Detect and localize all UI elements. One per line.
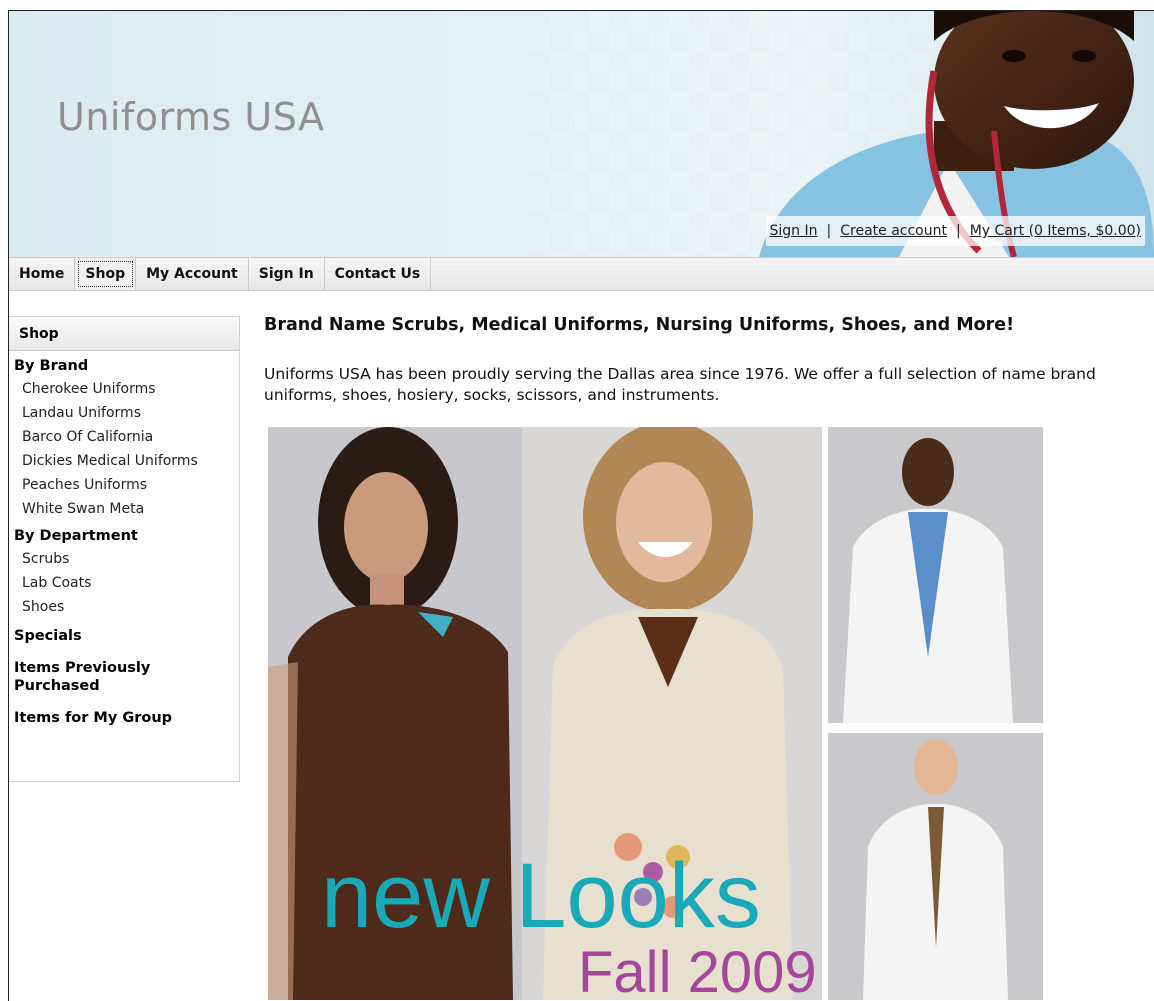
- sidebar-item-scrubs[interactable]: Scrubs: [9, 547, 239, 571]
- header-sign-in-link[interactable]: Sign In: [770, 223, 818, 239]
- promo-subheadline: Fall 2009: [578, 940, 817, 1000]
- nav-contact-us[interactable]: Contact Us: [325, 258, 432, 290]
- sidebar-item-dickies[interactable]: Dickies Medical Uniforms: [9, 449, 239, 473]
- nav-sign-in[interactable]: Sign In: [249, 258, 325, 290]
- nav-shop[interactable]: Shop: [75, 258, 137, 290]
- nav-my-account[interactable]: My Account: [136, 258, 249, 290]
- sidebar-item-barco[interactable]: Barco Of California: [9, 425, 239, 449]
- sidebar-item-white-swan[interactable]: White Swan Meta: [9, 497, 239, 521]
- user-links-bar: Sign In | Create account | My Cart (0 It…: [765, 216, 1145, 246]
- intro-paragraph: Uniforms USA has been proudly serving th…: [264, 365, 1096, 404]
- by-brand-heading: By Brand: [14, 358, 89, 374]
- sidebar-item-landau[interactable]: Landau Uniforms: [9, 401, 239, 425]
- site-title: Uniforms USA: [57, 95, 325, 139]
- create-account-link[interactable]: Create account: [840, 223, 947, 239]
- promo-headline: new Looks: [321, 845, 761, 947]
- promo-lab-coat-image-top: [828, 427, 1043, 723]
- link-separator: |: [955, 223, 961, 239]
- main-nav: Home Shop My Account Sign In Contact Us: [9, 257, 1154, 291]
- promo-collage: new Looks Fall 2009: [268, 427, 1043, 1000]
- brand-list: Cherokee Uniforms Landau Uniforms Barco …: [9, 377, 239, 521]
- page-title: Brand Name Scrubs, Medical Uniforms, Nur…: [264, 315, 1015, 335]
- nav-home[interactable]: Home: [9, 258, 76, 290]
- header-banner: Uniforms USA Sign In | Create account | …: [9, 11, 1154, 257]
- sidebar-item-lab-coats[interactable]: Lab Coats: [9, 571, 239, 595]
- link-separator: |: [826, 223, 832, 239]
- my-cart-link[interactable]: My Cart (0 Items, $0.00): [970, 223, 1141, 239]
- department-list: Scrubs Lab Coats Shoes: [9, 547, 239, 619]
- by-department-heading: By Department: [14, 528, 138, 544]
- sidebar-link-my-group[interactable]: Items for My Group: [9, 709, 239, 727]
- sidebar-link-specials[interactable]: Specials: [9, 627, 239, 645]
- sidebar-link-previously-purchased[interactable]: Items Previously Purchased: [9, 659, 174, 695]
- shop-sidebar: Shop By Brand Cherokee Uniforms Landau U…: [9, 316, 240, 782]
- sidebar-title: Shop: [9, 317, 239, 351]
- sidebar-item-peaches[interactable]: Peaches Uniforms: [9, 473, 239, 497]
- sidebar-item-shoes[interactable]: Shoes: [9, 595, 239, 619]
- sidebar-item-cherokee[interactable]: Cherokee Uniforms: [9, 377, 239, 401]
- promo-lab-coat-image-bottom: [828, 733, 1043, 1000]
